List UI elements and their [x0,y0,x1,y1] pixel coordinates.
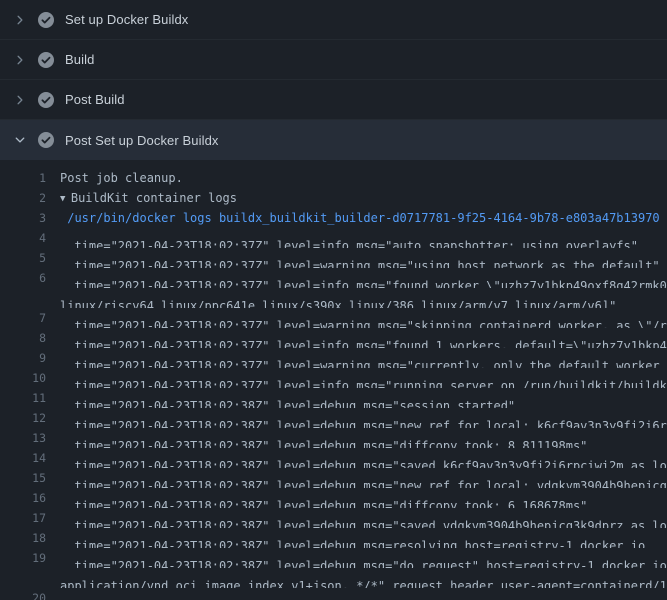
log-line-number[interactable]: 19 [0,548,60,568]
section-set-up-docker-buildx[interactable]: Set up Docker Buildx [0,0,667,40]
log-line: 16 time="2021-04-23T18:02:38Z" level=deb… [0,488,667,508]
log-line-number[interactable]: 20 [0,588,60,600]
log-line-number[interactable]: 5 [0,248,60,268]
log-text[interactable]: ▼ BuildKit container logs [60,188,237,208]
log-text: time="2021-04-23T18:02:37Z" level=warnin… [60,248,660,268]
log-line: 9 time="2021-04-23T18:02:37Z" level=warn… [0,348,667,368]
log-text: time="2021-04-23T18:02:38Z" level=debug … [60,488,587,508]
log-line: 11 time="2021-04-23T18:02:38Z" level=deb… [0,388,667,408]
log-text: time="2021-04-23T18:02:37Z" level=warnin… [60,348,667,368]
log-command-text: /usr/bin/docker logs buildx_buildkit_bui… [60,208,660,228]
log-line-number[interactable]: 8 [0,328,60,348]
section-label: Build [65,52,94,67]
log-line: 10 time="2021-04-23T18:02:37Z" level=inf… [0,368,667,388]
section-build[interactable]: Build [0,40,667,80]
log-line: 4 time="2021-04-23T18:02:37Z" level=info… [0,228,667,248]
check-circle-icon [38,132,54,148]
log-text: time="2021-04-23T18:02:38Z" level=debug … [60,468,667,488]
log-line-number[interactable]: 9 [0,348,60,368]
log-line-number[interactable]: 14 [0,448,60,468]
log-line: 5 time="2021-04-23T18:02:37Z" level=warn… [0,248,667,268]
log-line-number[interactable]: 2 [0,188,60,208]
log-text: time="2021-04-23T18:02:38Z" level=debug … [60,588,667,600]
log-group-line: 2▼ BuildKit container logs [0,188,667,208]
log-text: time="2021-04-23T18:02:38Z" level=debug … [60,528,645,548]
log-line: 20 time="2021-04-23T18:02:38Z" level=deb… [0,588,667,600]
log-line: 15 time="2021-04-23T18:02:38Z" level=deb… [0,468,667,488]
log-text: time="2021-04-23T18:02:37Z" level=info m… [60,268,667,288]
section-post-set-up-docker-buildx[interactable]: Post Set up Docker Buildx [0,120,667,160]
log-line-number [0,568,60,588]
log-line: 1Post job cleanup. [0,168,667,188]
log-line-number[interactable]: 4 [0,228,60,248]
log-line: 12 time="2021-04-23T18:02:38Z" level=deb… [0,408,667,428]
group-collapse-caret-icon: ▼ [60,189,71,208]
log-line-number[interactable]: 15 [0,468,60,488]
log-line-number [0,288,60,308]
log-line: 14 time="2021-04-23T18:02:38Z" level=deb… [0,448,667,468]
check-circle-icon [38,52,54,68]
log-text: time="2021-04-23T18:02:38Z" level=debug … [60,548,667,568]
log-line: 17 time="2021-04-23T18:02:38Z" level=deb… [0,508,667,528]
log-line-number[interactable]: 1 [0,168,60,188]
chevron-right-icon [13,53,27,67]
workflow-log-viewer: Set up Docker Buildx Build Post Build Po… [0,0,667,600]
log-line-number[interactable]: 7 [0,308,60,328]
log-line: 19 time="2021-04-23T18:02:38Z" level=deb… [0,548,667,568]
log-text: linux/riscv64 linux/ppc641e linux/s390x … [60,288,616,308]
log-text: Post job cleanup. [60,168,183,188]
check-circle-icon [38,92,54,108]
log-text: time="2021-04-23T18:02:38Z" level=debug … [60,508,667,528]
chevron-right-icon [13,93,27,107]
log-text: time="2021-04-23T18:02:38Z" level=debug … [60,448,667,468]
log-line-number[interactable]: 17 [0,508,60,528]
log-text: time="2021-04-23T18:02:37Z" level=info m… [60,328,667,348]
check-circle-icon [38,12,54,28]
section-label: Set up Docker Buildx [65,12,188,27]
log-lines: 1Post job cleanup.2▼ BuildKit container … [0,160,667,600]
log-line: 13 time="2021-04-23T18:02:38Z" level=deb… [0,428,667,448]
log-text: time="2021-04-23T18:02:37Z" level=info m… [60,368,667,388]
section-post-build[interactable]: Post Build [0,80,667,120]
log-text: time="2021-04-23T18:02:38Z" level=debug … [60,408,667,428]
log-text: time="2021-04-23T18:02:37Z" level=info m… [60,228,638,248]
chevron-right-icon [13,13,27,27]
log-line: linux/riscv64 linux/ppc641e linux/s390x … [0,288,667,308]
log-line-number[interactable]: 18 [0,528,60,548]
log-line: 8 time="2021-04-23T18:02:37Z" level=info… [0,328,667,348]
log-line: 18 time="2021-04-23T18:02:38Z" level=deb… [0,528,667,548]
log-line-number[interactable]: 13 [0,428,60,448]
log-text: application/vnd.oci.image.index.v1+json,… [60,568,667,588]
log-line-number[interactable]: 6 [0,268,60,288]
log-line-number[interactable]: 10 [0,368,60,388]
log-line-number[interactable]: 12 [0,408,60,428]
log-line: 7 time="2021-04-23T18:02:37Z" level=warn… [0,308,667,328]
log-line: 3 /usr/bin/docker logs buildx_buildkit_b… [0,208,667,228]
log-text: time="2021-04-23T18:02:38Z" level=debug … [60,388,515,408]
log-line-number[interactable]: 11 [0,388,60,408]
section-label: Post Set up Docker Buildx [65,133,219,148]
chevron-down-icon [13,133,27,147]
log-line-number[interactable]: 3 [0,208,60,228]
log-line: application/vnd.oci.image.index.v1+json,… [0,568,667,588]
section-label: Post Build [65,92,125,107]
log-text: time="2021-04-23T18:02:38Z" level=debug … [60,428,587,448]
log-text: time="2021-04-23T18:02:37Z" level=warnin… [60,308,667,328]
log-line-number[interactable]: 16 [0,488,60,508]
log-line: 6 time="2021-04-23T18:02:37Z" level=info… [0,268,667,288]
